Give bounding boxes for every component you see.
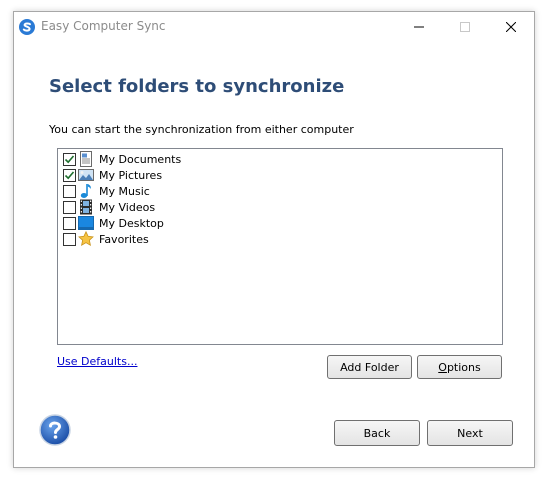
options-button-label: Options xyxy=(438,360,481,374)
sync-window: Easy Computer Sync Select folders to syn… xyxy=(13,11,535,468)
close-icon xyxy=(506,22,516,32)
window-title: Easy Computer Sync xyxy=(41,19,166,33)
list-item[interactable]: My Music xyxy=(63,183,150,199)
folder-label: My Music xyxy=(99,184,150,198)
page-title: Select folders to synchronize xyxy=(49,76,345,97)
app-logo-icon xyxy=(19,19,35,35)
star-icon xyxy=(78,231,94,247)
checkmark-icon xyxy=(64,154,75,163)
minimize-button[interactable] xyxy=(396,12,442,42)
back-button[interactable]: Back xyxy=(334,420,420,446)
list-item[interactable]: My Pictures xyxy=(63,167,162,183)
folder-checkbox[interactable] xyxy=(63,200,76,214)
folder-label: My Desktop xyxy=(99,216,164,230)
list-item[interactable]: Favorites xyxy=(63,231,149,247)
desktop-icon xyxy=(78,215,94,231)
folder-checkbox[interactable] xyxy=(63,152,76,166)
film-icon xyxy=(78,199,94,215)
use-defaults-link[interactable]: Use Defaults... xyxy=(57,355,137,368)
folder-checkbox[interactable] xyxy=(63,216,76,230)
folder-checkbox[interactable] xyxy=(63,232,76,246)
maximize-button[interactable] xyxy=(442,12,488,42)
help-icon[interactable] xyxy=(39,414,71,446)
checkmark-icon xyxy=(64,170,75,179)
pictures-icon xyxy=(78,167,94,183)
folder-label: Favorites xyxy=(99,232,149,246)
folder-label: My Documents xyxy=(99,152,182,166)
music-note-icon xyxy=(78,183,94,199)
list-item[interactable]: My Videos xyxy=(63,199,155,215)
next-button[interactable]: Next xyxy=(427,420,513,446)
options-button[interactable]: Options xyxy=(417,355,502,379)
close-button[interactable] xyxy=(488,12,534,42)
folder-checkbox[interactable] xyxy=(63,168,76,182)
list-item[interactable]: My Documents xyxy=(63,151,181,167)
folder-label: My Videos xyxy=(99,200,156,214)
folder-list[interactable]: My Documents My Pictures My Music My Vid… xyxy=(57,148,503,345)
page-subtitle: You can start the synchronization from e… xyxy=(49,123,354,136)
title-bar: Easy Computer Sync xyxy=(14,12,534,42)
documents-icon xyxy=(78,151,94,167)
add-folder-button[interactable]: Add Folder xyxy=(327,355,412,379)
folder-checkbox[interactable] xyxy=(63,184,76,198)
minimize-icon xyxy=(414,26,424,28)
maximize-icon xyxy=(460,22,470,32)
folder-label: My Pictures xyxy=(99,168,163,182)
list-item[interactable]: My Desktop xyxy=(63,215,164,231)
